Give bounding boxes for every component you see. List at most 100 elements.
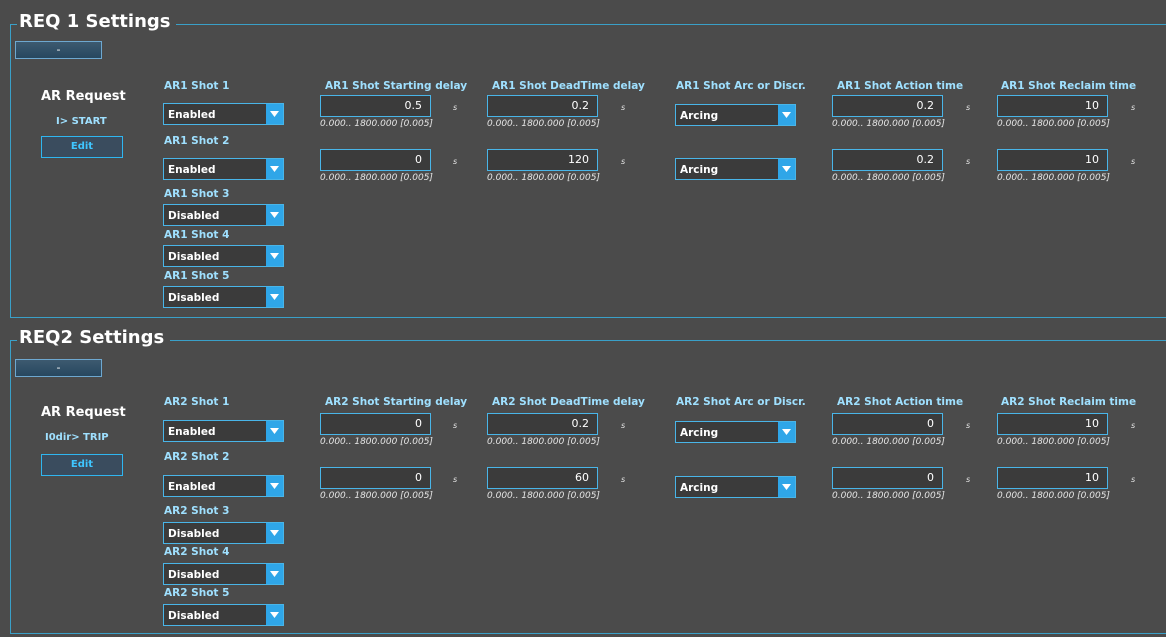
reclaim-time-input[interactable]: 10 [997,413,1108,435]
action-time-input[interactable]: 0.2 [832,95,943,117]
arc-select-value: Arcing [680,482,719,494]
shot-select[interactable]: Disabled [163,286,284,308]
range-hint: 0.000.. 1800.000 [0.005] [832,437,945,447]
deadtime-delay-input[interactable]: 120 [487,149,598,171]
shot-select-value: Disabled [168,251,220,263]
chevron-down-icon[interactable] [266,605,283,625]
chevron-down-icon[interactable] [266,287,283,307]
shot-label: AR2 Shot 2 [164,451,230,463]
unit-label: s [621,157,626,166]
shot-label: AR1 Shot 2 [164,135,230,147]
column-header-action-time: AR2 Shot Action time [837,396,964,408]
unit-label: s [1131,475,1136,484]
ar-request-label: AR Request [41,89,126,104]
shot-select[interactable]: Disabled [163,563,284,585]
shot-select[interactable]: Enabled [163,158,284,180]
chevron-down-icon[interactable] [778,159,795,179]
shot-select[interactable]: Disabled [163,204,284,226]
column-header-arc-or-discr: AR1 Shot Arc or Discr. [676,80,806,92]
starting-delay-input[interactable]: 0 [320,413,431,435]
range-hint: 0.000.. 1800.000 [0.005] [997,173,1110,183]
chevron-down-icon[interactable] [778,422,795,442]
chevron-down-icon[interactable] [266,523,283,543]
shot-select[interactable]: Enabled [163,103,284,125]
unit-label: s [621,475,626,484]
shot-label: AR2 Shot 1 [164,396,230,408]
unit-label: s [621,421,626,430]
action-time-input[interactable]: 0 [832,467,943,489]
column-header-arc-or-discr: AR2 Shot Arc or Discr. [676,396,806,408]
range-hint: 0.000.. 1800.000 [0.005] [997,437,1110,447]
range-hint: 0.000.. 1800.000 [0.005] [487,173,600,183]
chevron-down-icon[interactable] [778,477,795,497]
column-header-action-time: AR1 Shot Action time [837,80,964,92]
panel-title: REQ2 Settings [17,327,171,349]
shot-label: AR1 Shot 4 [164,229,230,241]
column-header-deadtime-delay: AR2 Shot DeadTime delay [492,396,645,408]
action-time-input[interactable]: 0.2 [832,149,943,171]
range-hint: 0.000.. 1800.000 [0.005] [487,491,600,501]
shot-select-value: Disabled [168,292,220,304]
chevron-down-icon[interactable] [266,421,283,441]
column-header-deadtime-delay: AR1 Shot DeadTime delay [492,80,645,92]
shot-select-value: Disabled [168,210,220,222]
unit-label: s [966,157,971,166]
chevron-down-icon[interactable] [266,159,283,179]
unit-label: s [453,157,458,166]
unit-label: s [966,421,971,430]
shot-label: AR2 Shot 3 [164,505,230,517]
shot-select[interactable]: Enabled [163,475,284,497]
chevron-down-icon[interactable] [266,246,283,266]
starting-delay-input[interactable]: 0.5 [320,95,431,117]
chevron-down-icon[interactable] [266,104,283,124]
arc-or-discr-select[interactable]: Arcing [675,476,796,498]
arc-or-discr-select[interactable]: Arcing [675,421,796,443]
shot-select-value: Enabled [168,109,216,121]
reclaim-time-input[interactable]: 10 [997,149,1108,171]
shot-select-value: Disabled [168,528,220,540]
ar-request-value: I> START [56,116,107,127]
range-hint: 0.000.. 1800.000 [0.005] [487,437,600,447]
panel-title: REQ 1 Settings [17,11,177,33]
arc-or-discr-select[interactable]: Arcing [675,158,796,180]
shot-select[interactable]: Disabled [163,245,284,267]
unit-label: s [621,103,626,112]
reclaim-time-input[interactable]: 10 [997,95,1108,117]
chevron-down-icon[interactable] [778,105,795,125]
shot-select[interactable]: Disabled [163,604,284,626]
deadtime-delay-input[interactable]: 0.2 [487,95,598,117]
shot-select-value: Disabled [168,610,220,622]
chevron-down-icon[interactable] [266,564,283,584]
column-header-reclaim-time: AR1 Shot Reclaim time [1001,80,1137,92]
shot-select-value: Enabled [168,164,216,176]
chevron-down-icon[interactable] [266,476,283,496]
edit-button[interactable]: Edit [41,136,123,158]
reclaim-time-input[interactable]: 10 [997,467,1108,489]
shot-select[interactable]: Disabled [163,522,284,544]
range-hint: 0.000.. 1800.000 [0.005] [997,119,1110,129]
arc-select-value: Arcing [680,110,719,122]
collapse-button[interactable]: - [15,359,102,377]
edit-button[interactable]: Edit [41,454,123,476]
range-hint: 0.000.. 1800.000 [0.005] [320,437,433,447]
deadtime-delay-input[interactable]: 0.2 [487,413,598,435]
unit-label: s [1131,103,1136,112]
shot-label: AR2 Shot 5 [164,587,230,599]
chevron-down-icon[interactable] [266,205,283,225]
shot-select-value: Enabled [168,426,216,438]
collapse-button[interactable]: - [15,41,102,59]
unit-label: s [1131,421,1136,430]
ar-request-value: I0dir> TRIP [45,432,109,443]
action-time-input[interactable]: 0 [832,413,943,435]
ar-request-label: AR Request [41,405,126,420]
unit-label: s [966,475,971,484]
starting-delay-input[interactable]: 0 [320,149,431,171]
unit-label: s [453,103,458,112]
deadtime-delay-input[interactable]: 60 [487,467,598,489]
arc-or-discr-select[interactable]: Arcing [675,104,796,126]
starting-delay-input[interactable]: 0 [320,467,431,489]
shot-select[interactable]: Enabled [163,420,284,442]
arc-select-value: Arcing [680,164,719,176]
range-hint: 0.000.. 1800.000 [0.005] [320,173,433,183]
column-header-starting-delay: AR1 Shot Starting delay [325,80,468,92]
